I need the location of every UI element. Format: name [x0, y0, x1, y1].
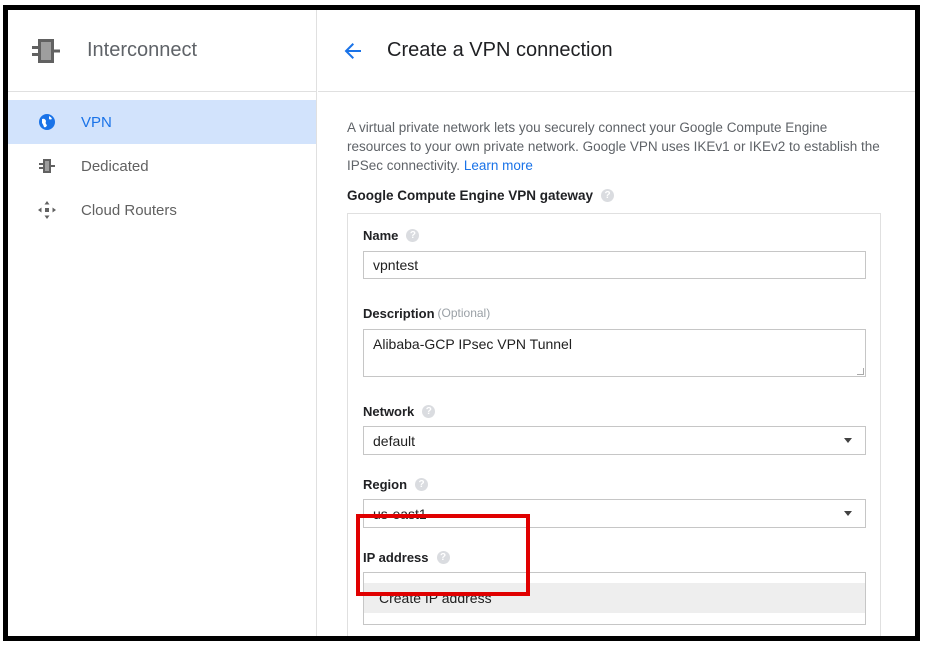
- sidebar-title: Interconnect: [87, 39, 198, 61]
- help-icon[interactable]: ?: [415, 477, 429, 491]
- help-icon[interactable]: ?: [406, 228, 420, 242]
- sidebar-item-vpn[interactable]: VPN: [8, 100, 316, 144]
- name-label-text: Name: [363, 227, 399, 243]
- region-label-text: Region: [363, 476, 408, 492]
- description-label-text: Description: [363, 305, 435, 321]
- name-label: Name ?: [363, 224, 864, 246]
- interconnect-icon: [37, 156, 57, 176]
- gateway-form-box: Name ? vpntest Description (Optional) Al…: [347, 213, 881, 636]
- interconnect-logo-icon: [28, 33, 64, 69]
- intro-paragraph: A virtual private network lets you secur…: [347, 118, 887, 175]
- page-title: Create a VPN connection: [387, 39, 613, 61]
- region-select-value: us-east1: [373, 505, 427, 522]
- main-panel: Create a VPN connection A virtual privat…: [318, 10, 915, 636]
- sidebar: Interconnect VPN Dedicated Cloud Routers: [8, 10, 317, 636]
- description-label: Description (Optional): [363, 302, 864, 324]
- network-label: Network ?: [363, 400, 864, 422]
- screenshot-frame: Interconnect VPN Dedicated Cloud Routers…: [3, 5, 920, 641]
- help-icon[interactable]: ?: [436, 550, 450, 564]
- description-textarea[interactable]: Alibaba-GCP IPsec VPN Tunnel: [363, 329, 866, 377]
- ip-address-label-text: IP address: [363, 549, 429, 565]
- optional-hint: (Optional): [437, 306, 491, 320]
- help-icon[interactable]: ?: [422, 404, 436, 418]
- form-content: A virtual private network lets you secur…: [318, 92, 915, 636]
- network-select[interactable]: default: [363, 426, 866, 455]
- create-ip-address-option[interactable]: Create IP address: [364, 583, 865, 613]
- back-arrow-icon[interactable]: [340, 38, 366, 64]
- learn-more-link[interactable]: Learn more: [464, 158, 533, 173]
- name-input[interactable]: vpntest: [363, 251, 866, 279]
- ip-address-dropdown: Create IP address: [363, 572, 866, 625]
- page-header: Create a VPN connection: [318, 10, 915, 92]
- globe-icon: [37, 112, 57, 132]
- sidebar-item-cloud-routers[interactable]: Cloud Routers: [8, 188, 316, 232]
- region-label: Region ?: [363, 473, 864, 495]
- sidebar-item-label: Cloud Routers: [81, 201, 177, 219]
- sidebar-item-dedicated[interactable]: Dedicated: [8, 144, 316, 188]
- ip-address-label: IP address ?: [363, 546, 864, 568]
- description-value: Alibaba-GCP IPsec VPN Tunnel: [373, 336, 572, 352]
- resize-grip-icon[interactable]: [857, 368, 864, 375]
- help-icon[interactable]: ?: [601, 188, 615, 202]
- caret-down-icon: [844, 511, 852, 516]
- caret-down-icon: [844, 438, 852, 443]
- region-select[interactable]: us-east1: [363, 499, 866, 528]
- gateway-section-label: Google Compute Engine VPN gateway: [347, 187, 594, 203]
- network-select-value: default: [373, 432, 416, 449]
- sidebar-item-label: Dedicated: [81, 157, 149, 175]
- router-icon: [37, 200, 57, 220]
- sidebar-header: Interconnect: [8, 10, 316, 92]
- sidebar-item-label: VPN: [81, 113, 112, 131]
- gateway-section-title: Google Compute Engine VPN gateway ?: [347, 183, 915, 207]
- intro-text: A virtual private network lets you secur…: [347, 120, 880, 173]
- network-label-text: Network: [363, 403, 415, 419]
